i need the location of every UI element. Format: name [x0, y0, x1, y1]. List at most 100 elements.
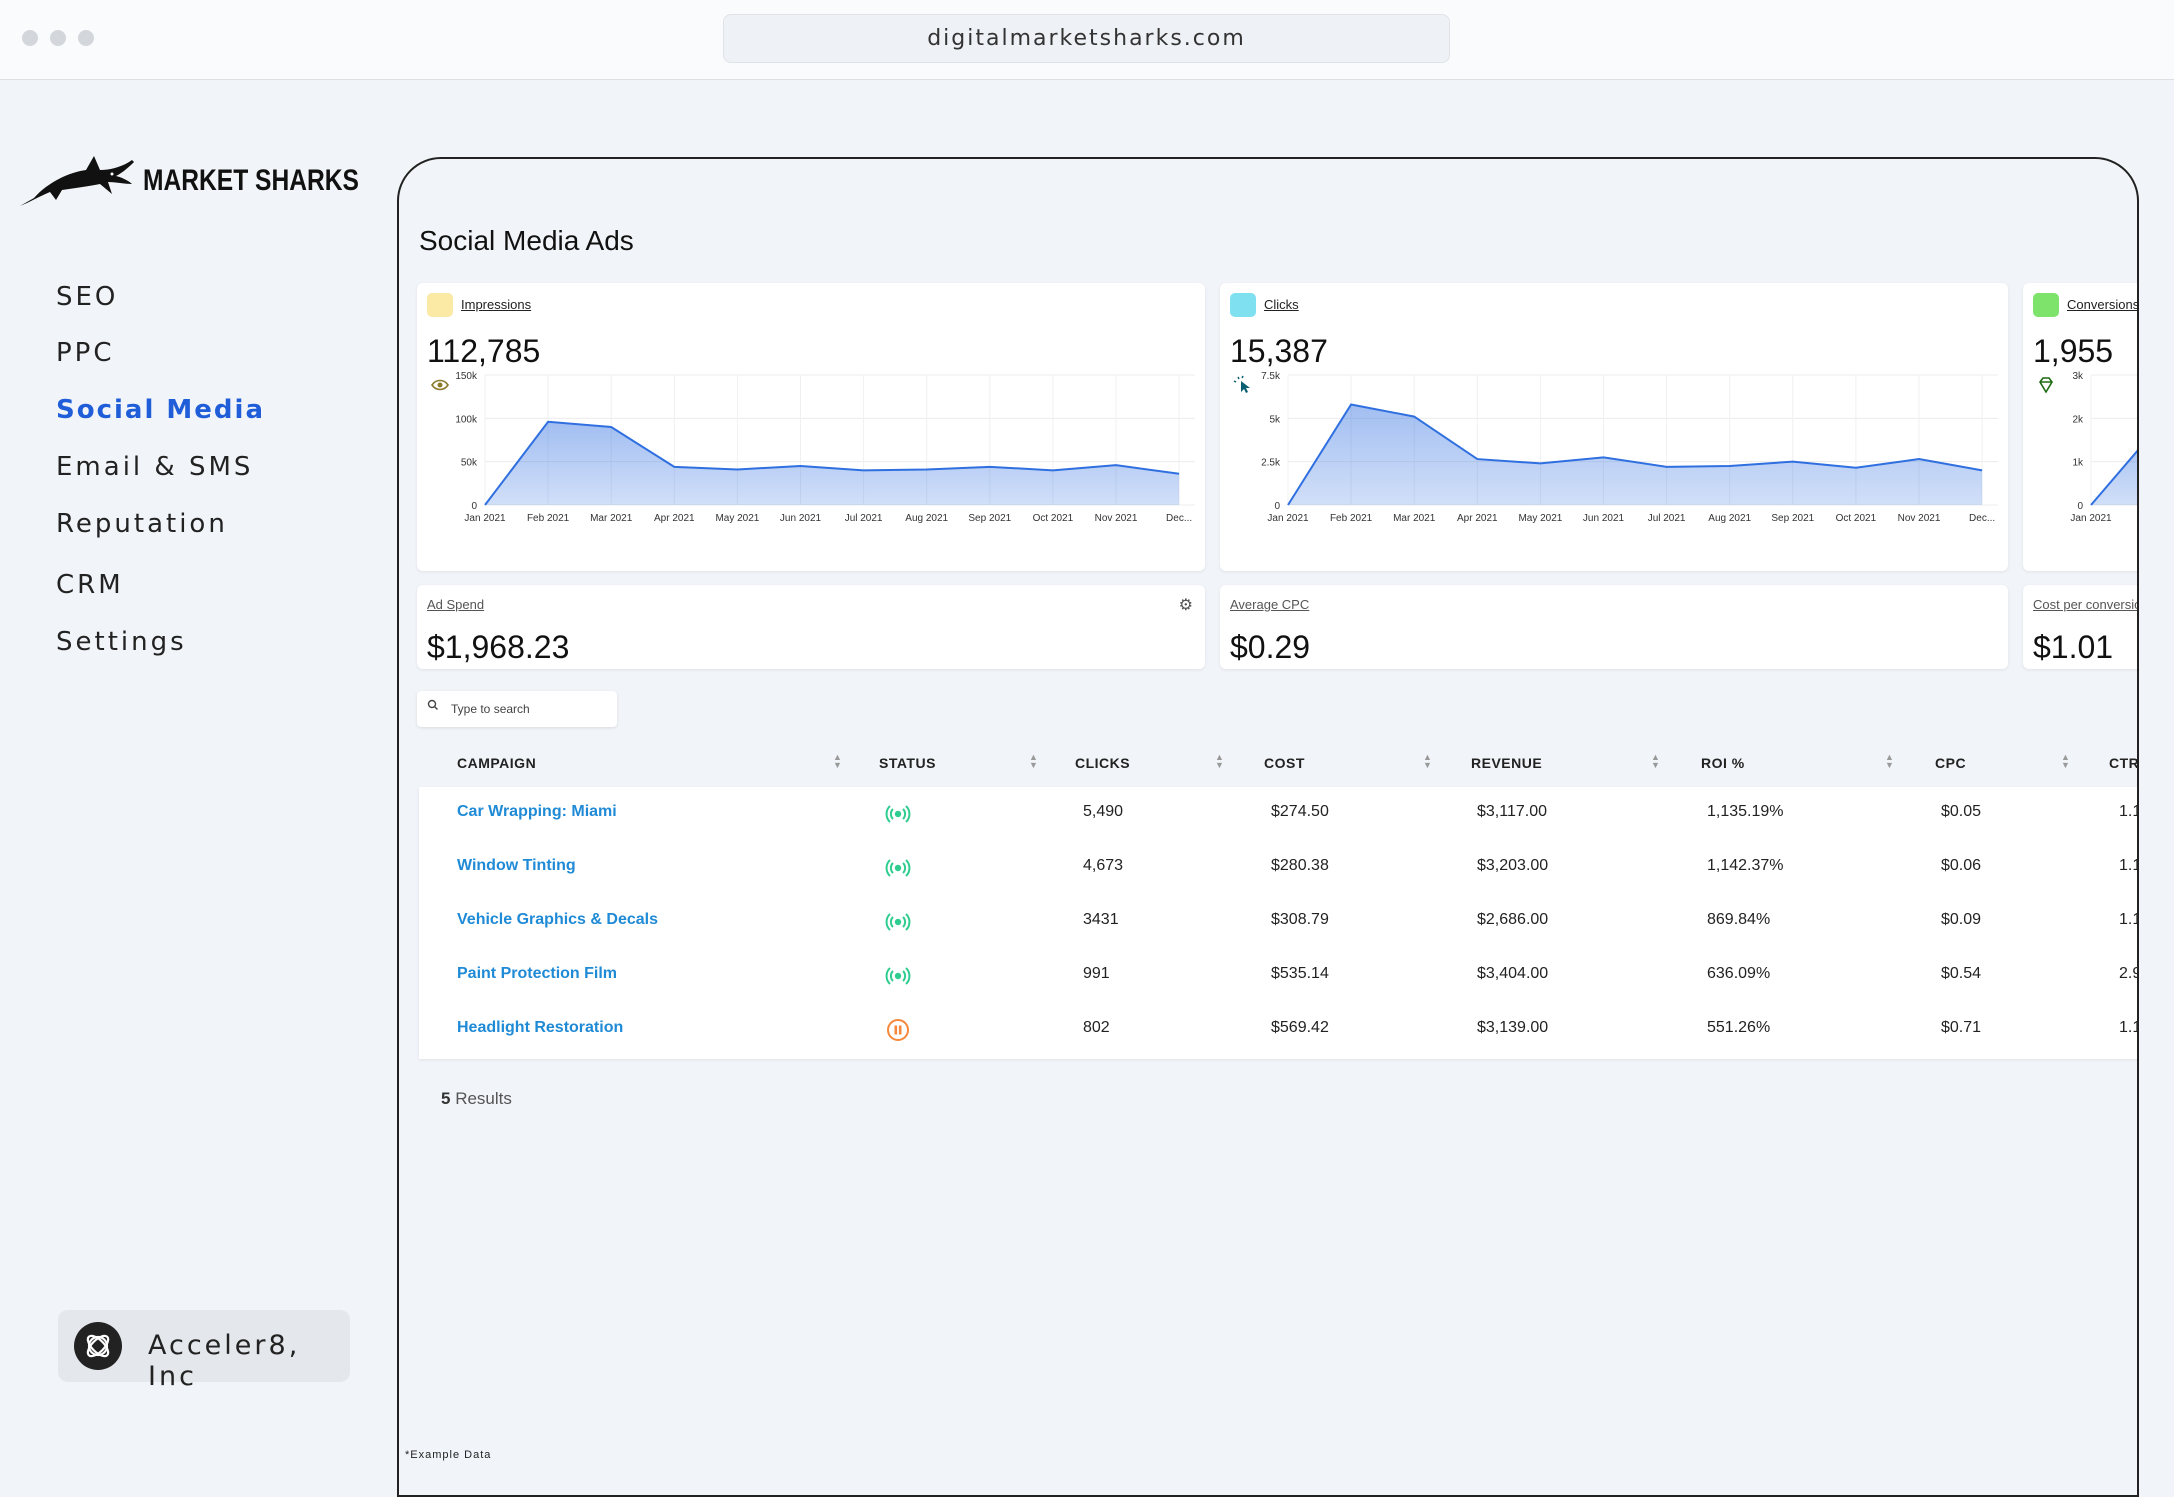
x-tick-label: May 2021 [715, 513, 759, 524]
cpc-cell: $0.54 [1941, 965, 1982, 982]
sort-icon[interactable]: ▲ ▼ [2061, 753, 2070, 770]
nav-item-seo[interactable]: SEO [56, 282, 118, 312]
column-header-revenue[interactable]: REVENUE [1471, 755, 1542, 771]
average-cpc-card: Average CPC $0.29 [1220, 585, 2008, 669]
x-tick-label: Sep 2021 [1771, 513, 1814, 524]
window-maximize-dot[interactable] [78, 30, 94, 46]
revenue-cell: $3,117.00 [1477, 803, 1547, 820]
search-box[interactable]: Type to search [417, 691, 617, 727]
cost-cell: $308.79 [1271, 911, 1329, 928]
active-status-icon[interactable] [885, 801, 911, 827]
cpc-cell: $0.09 [1941, 911, 1982, 928]
shark-logo-icon[interactable] [20, 152, 138, 213]
table-row[interactable]: Paint Protection Film 991 $535.14 $3,404… [419, 949, 2137, 1003]
nav-item-settings[interactable]: Settings [56, 627, 187, 657]
ctr-cell: 1.1 [2119, 803, 2137, 820]
ctr-cell: 2.9 [2119, 965, 2137, 982]
clicks-cell: 802 [1083, 1019, 1110, 1036]
cost-cell: $274.50 [1271, 803, 1329, 820]
address-bar[interactable]: digitalmarketsharks.com [723, 14, 1450, 63]
roi-cell: 636.09% [1707, 965, 1771, 982]
clicks-cell: 4,673 [1083, 857, 1124, 874]
account-name: Acceler8, Inc [148, 1330, 301, 1392]
nav-item-crm[interactable]: CRM [56, 570, 124, 600]
sort-icon[interactable]: ▲ ▼ [1651, 753, 1660, 770]
active-status-icon[interactable] [885, 963, 911, 989]
cursor-click-icon [1230, 293, 1256, 393]
x-tick-label: Apr 2021 [1457, 513, 1498, 524]
campaign-link[interactable]: Vehicle Graphics & Decals [457, 911, 658, 929]
example-data-note: *Example Data [405, 1449, 492, 1461]
nav-item-ppc[interactable]: PPC [56, 338, 115, 368]
window-close-dot[interactable] [22, 30, 38, 46]
table-row[interactable]: Window Tinting 4,673 $280.38 $3,203.00 1… [419, 841, 2137, 895]
cost-per-conversion-label[interactable]: Cost per conversion [2033, 597, 2137, 612]
roi-cell: 869.84% [1707, 911, 1771, 928]
x-tick-label: Aug 2021 [1708, 513, 1751, 524]
sort-icon[interactable]: ▲ ▼ [1215, 753, 1224, 770]
average-cpc-label[interactable]: Average CPC [1230, 597, 1309, 612]
clicks-cell: 991 [1083, 965, 1110, 982]
y-tick-label: 100k [455, 414, 478, 425]
average-cpc-value: $0.29 [1230, 629, 1311, 665]
area-fill [485, 421, 1180, 505]
campaign-link[interactable]: Headlight Restoration [457, 1019, 623, 1037]
search-placeholder[interactable]: Type to search [451, 702, 530, 716]
cost-per-conversion-value: $1.01 [2033, 629, 2114, 665]
column-header-status[interactable]: STATUS [879, 755, 936, 771]
ctr-cell: 1.1 [2119, 911, 2137, 928]
y-tick-label: 7.5k [1261, 371, 1281, 382]
gear-icon[interactable]: ⚙ [1179, 595, 1193, 615]
column-header-cpc[interactable]: CPC [1935, 755, 1966, 771]
area-fill [2091, 451, 2137, 505]
y-tick-label: 2k [2072, 414, 2084, 425]
active-status-icon[interactable] [885, 909, 911, 935]
x-tick-label: Oct 2021 [1836, 513, 1877, 524]
sort-icon[interactable]: ▲ ▼ [1885, 753, 1894, 770]
sort-icon[interactable]: ▲ ▼ [1423, 753, 1432, 770]
nav-item-email-sms[interactable]: Email & SMS [56, 452, 253, 482]
nav-item-reputation[interactable]: Reputation [56, 509, 228, 539]
sort-icon[interactable]: ▲ ▼ [1029, 753, 1038, 770]
x-tick-label: Mar 2021 [1393, 513, 1436, 524]
results-label: Results [450, 1089, 512, 1108]
column-header-clicks[interactable]: CLICKS [1075, 755, 1130, 771]
campaign-link[interactable]: Car Wrapping: Miami [457, 803, 617, 821]
x-tick-label: Jan 2021 [2070, 513, 2112, 524]
conversions-label[interactable]: Conversions [2067, 297, 2137, 312]
nav-item-social-media[interactable]: Social Media [56, 395, 265, 425]
campaign-link[interactable]: Window Tinting [457, 857, 576, 875]
x-tick-label: Jun 2021 [780, 513, 822, 524]
diamond-icon [2033, 293, 2059, 394]
impressions-label[interactable]: Impressions [461, 297, 531, 312]
eye-icon [427, 293, 453, 391]
y-tick-label: 0 [2077, 501, 2083, 512]
x-tick-label: Jul 2021 [845, 513, 883, 524]
campaign-link[interactable]: Paint Protection Film [457, 965, 617, 983]
cpc-cell: $0.71 [1941, 1019, 1982, 1036]
column-header-ctr[interactable]: CTR [2109, 755, 2137, 771]
table-row[interactable]: Headlight Restoration 802 $569.42 $3,139… [419, 1003, 2137, 1057]
ctr-cell: 1.1 [2119, 1019, 2137, 1036]
x-tick-label: Sep 2021 [968, 513, 1011, 524]
table-row[interactable]: Vehicle Graphics & Decals 3431 $308.79 $… [419, 895, 2137, 949]
y-tick-label: 0 [1274, 501, 1280, 512]
column-header-cost[interactable]: COST [1264, 755, 1305, 771]
brand-name[interactable]: MARKET SHARKS [143, 164, 359, 198]
revenue-cell: $3,404.00 [1477, 965, 1549, 982]
y-tick-label: 50k [461, 458, 478, 469]
clicks-label[interactable]: Clicks [1264, 297, 1299, 312]
column-header-campaign[interactable]: CAMPAIGN [457, 755, 536, 771]
clicks-cell: 3431 [1083, 911, 1119, 928]
account-switcher[interactable]: Acceler8, Inc [58, 1310, 350, 1392]
x-tick-label: Dec... [1166, 513, 1192, 524]
active-status-icon[interactable] [885, 855, 911, 881]
column-header-roi[interactable]: ROI % [1701, 755, 1745, 771]
sort-icon[interactable]: ▲ ▼ [833, 753, 842, 770]
cpc-cell: $0.06 [1941, 857, 1982, 874]
table-row[interactable]: Car Wrapping: Miami 5,490 $274.50 $3,117… [419, 787, 2137, 841]
revenue-cell: $2,686.00 [1477, 911, 1549, 928]
ad-spend-label[interactable]: Ad Spend [427, 597, 484, 612]
window-minimize-dot[interactable] [50, 30, 66, 46]
paused-status-icon[interactable] [885, 1017, 911, 1043]
